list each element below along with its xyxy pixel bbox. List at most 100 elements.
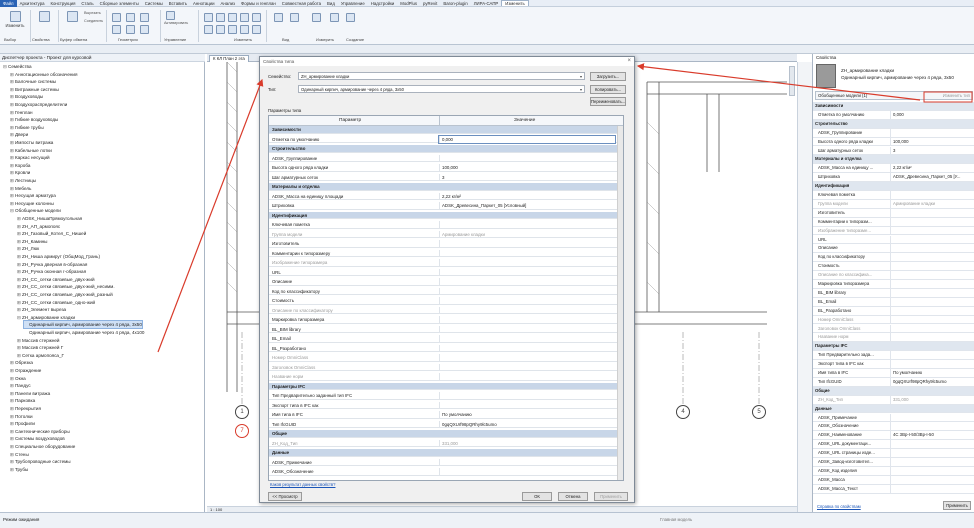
property-row[interactable]: Номер OmniClass [813, 315, 974, 325]
browser-item[interactable]: ⊞Воздухораспределители [10, 101, 67, 108]
parameter-value[interactable]: 0,000 [438, 134, 616, 144]
menu-tab-7[interactable]: Аннотации [190, 1, 217, 6]
property-value[interactable] [890, 226, 893, 235]
property-row[interactable]: Отметка по умолчанию 0,000 [813, 110, 974, 120]
parameter-value[interactable]: 0gqQXUrf98pQRhy9lc5umo [439, 420, 497, 428]
parameter-row[interactable]: Стоимость [269, 297, 617, 305]
parameter-value[interactable] [439, 335, 442, 342]
parameter-value[interactable] [439, 249, 442, 257]
parameter-row[interactable]: Комментарии к типоразмеру [269, 249, 617, 258]
ok-button[interactable]: ОК [522, 492, 552, 501]
property-value[interactable] [890, 449, 893, 458]
parameter-value[interactable]: По умолчанию [439, 411, 472, 418]
property-row[interactable]: ADSK_Масса [813, 475, 974, 485]
browser-item[interactable]: ⊞Кабельные лотки [10, 147, 52, 154]
browser-item[interactable]: ⊞Генплан [10, 109, 33, 116]
parameter-value[interactable] [439, 363, 442, 371]
browser-item[interactable]: ⊞Ограждение [10, 367, 41, 374]
property-value[interactable] [890, 475, 893, 484]
property-value[interactable] [890, 280, 893, 288]
workset-selector[interactable]: Главная модель [660, 517, 692, 522]
grid-bubble-1[interactable]: 1 [235, 405, 249, 419]
browser-item[interactable]: ⊞Массив стержней [17, 337, 60, 344]
browser-item[interactable]: ⊞Специальное оборудование [10, 443, 75, 450]
ribbon-tool-icon[interactable] [112, 13, 121, 22]
properties-help-link[interactable]: Справка по свойствам [817, 504, 861, 509]
browser-item[interactable]: ⊞ZH_Ручка дверная в-образная [17, 261, 87, 268]
property-value[interactable] [890, 208, 893, 217]
ribbon-tool-icon[interactable] [252, 25, 261, 34]
parameter-row[interactable]: Описание по классификатору [269, 306, 617, 315]
property-row[interactable]: ADSK_URL документаци... [813, 440, 974, 450]
properties-button[interactable] [34, 11, 54, 23]
preview-button[interactable]: << Просмотр [268, 492, 302, 501]
browser-item[interactable]: ⊞Сетка армопояса_Г [17, 352, 64, 359]
browser-item[interactable]: ⊞Системы воздуховодов [10, 435, 65, 442]
property-value[interactable]: 0gqQXUrf98pQRhy9lc5umo [890, 377, 947, 386]
parameter-value[interactable] [439, 354, 442, 361]
property-value[interactable] [890, 466, 893, 475]
parameter-value[interactable] [439, 344, 442, 352]
property-row[interactable]: Описание по классифика... [813, 271, 974, 280]
parameter-row[interactable]: ADSK_Группирование [269, 154, 617, 163]
menu-tab-10[interactable]: Совместная работа [279, 1, 324, 6]
menu-tab-14[interactable]: ModPlus [397, 1, 420, 6]
ribbon-tool-icon[interactable] [346, 13, 355, 22]
property-value[interactable] [890, 128, 893, 137]
property-value[interactable] [890, 244, 893, 253]
property-value[interactable]: 0,000 [890, 110, 904, 119]
parameter-value[interactable]: 331,000 [439, 439, 458, 447]
parameter-row[interactable]: BL_Email [269, 335, 617, 343]
property-row[interactable]: ADSK_URL страницы изде... [813, 449, 974, 458]
property-value[interactable] [890, 306, 893, 315]
property-row[interactable]: URL [813, 235, 974, 245]
browser-item[interactable]: ⊞Перекрытия [10, 405, 41, 412]
property-value[interactable] [890, 413, 893, 422]
ribbon-tool-icon[interactable] [240, 25, 249, 34]
properties-apply-button[interactable]: Применить [943, 501, 971, 510]
menu-tab-17[interactable]: ЛИРА-САПР [471, 1, 502, 6]
property-row[interactable]: Высота одного ряда кладки 100,000 [813, 137, 974, 147]
menu-tab-4[interactable]: Сборные элементы [97, 1, 142, 6]
property-row[interactable]: Название норм [813, 333, 974, 343]
browser-item[interactable]: ⊞Профили [10, 420, 35, 427]
browser-item[interactable]: ⊞Панели витража [10, 390, 50, 397]
grid-bubble-7[interactable]: 7 [235, 424, 249, 438]
menu-tab-15[interactable]: pyRevit [420, 1, 440, 6]
parameter-row[interactable]: Изготовитель [269, 240, 617, 248]
browser-item[interactable]: ⊞ZH_Люк [17, 245, 39, 252]
browser-item[interactable]: ⊞Гибкие трубы [10, 124, 44, 131]
ribbon-tool-icon[interactable] [112, 25, 121, 34]
property-row[interactable]: ADSK_Завод-изготовител... [813, 458, 974, 467]
parameter-value[interactable] [439, 259, 442, 266]
browser-item[interactable]: ⊞Кровли [10, 169, 30, 176]
parameter-row[interactable]: BL_Разработано [269, 344, 617, 353]
browser-item[interactable]: ⊞Двери [10, 131, 28, 138]
browser-item[interactable]: ⊞Пандус [10, 382, 31, 389]
property-row[interactable]: ADSK_Масса на единицу ... 2,22 кг/м² [813, 164, 974, 174]
navigation-bar[interactable] [789, 66, 795, 96]
menu-tab-2[interactable]: Конструкция [47, 1, 78, 6]
parameter-row[interactable]: Штриховка ADSK_Древесина_Паркет_05 [Услов… [269, 202, 617, 210]
property-value[interactable] [890, 235, 893, 244]
cut-button[interactable]: Вырезать [84, 11, 101, 15]
property-value[interactable] [890, 191, 893, 199]
menu-tab-16[interactable]: Baron-plugin [440, 1, 470, 6]
select-group-label[interactable]: Выбор [4, 37, 16, 42]
browser-item[interactable]: Одинарный кирпич, армирование через 4 ря… [24, 329, 144, 336]
menu-tab-13[interactable]: Надстройки [368, 1, 398, 6]
property-value[interactable]: 2,22 кг/м² [890, 164, 912, 173]
browser-item[interactable]: ⊞ZH_Ниша армирут (ОбщМод_Грань) [17, 253, 100, 260]
property-row[interactable]: Изображение типоразме... [813, 226, 974, 236]
parameter-value[interactable]: 2,22 кг/м² [439, 192, 461, 200]
parameter-row[interactable]: Экспорт типа в IFC как [269, 401, 617, 410]
browser-item[interactable]: ⊞Потолки [10, 413, 33, 420]
ribbon-tool-icon[interactable] [216, 25, 225, 34]
ribbon-tool-icon[interactable] [166, 11, 175, 20]
menu-tab-9[interactable]: Формы и генплан [238, 1, 279, 6]
property-row[interactable]: Тип IfcGUID 0gqQXUrf98pQRhy9lc5umo [813, 377, 974, 387]
parameter-row[interactable]: Описание [269, 278, 617, 286]
parameter-rows[interactable]: Зависимости Отметка по умолчанию 0,000 Стро… [269, 126, 617, 480]
rename-button[interactable]: Переименовать... [590, 97, 626, 106]
browser-item[interactable]: ⊞ZH_CC_сетки связевые_одно-жий [17, 299, 95, 306]
